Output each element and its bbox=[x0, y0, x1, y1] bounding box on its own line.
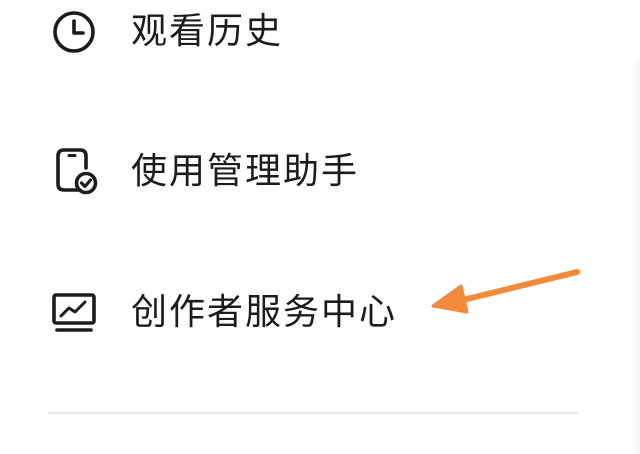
arrow-left-annotation-icon bbox=[431, 269, 580, 314]
menu-item-usage-assistant[interactable]: 使用管理助手 bbox=[0, 132, 600, 212]
settings-menu: 观看历史 使用管理助手 创作者服务中心 bbox=[0, 0, 640, 454]
menu-item-label: 使用管理助手 bbox=[131, 151, 360, 192]
edge-shadow bbox=[632, 60, 640, 454]
clock-icon bbox=[48, 6, 100, 58]
menu-divider bbox=[48, 412, 578, 414]
menu-item-label: 观看历史 bbox=[131, 11, 284, 52]
menu-item-watch-history[interactable]: 观看历史 bbox=[0, 0, 600, 72]
phone-check-icon bbox=[48, 146, 100, 198]
monitor-chart-icon bbox=[48, 287, 100, 339]
menu-item-label: 创作者服务中心 bbox=[131, 292, 398, 333]
